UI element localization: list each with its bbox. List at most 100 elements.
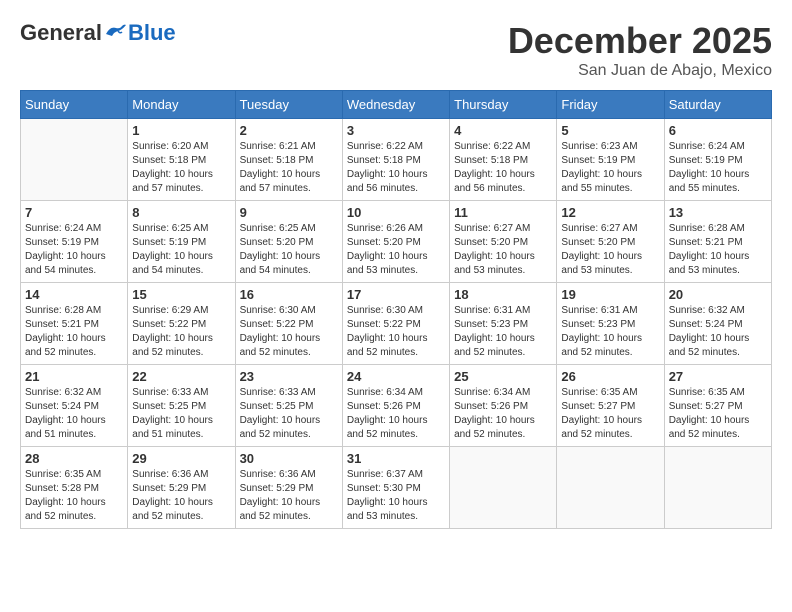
day-info: Sunrise: 6:25 AM Sunset: 5:20 PM Dayligh… bbox=[240, 222, 338, 278]
day-number: 10 bbox=[347, 205, 445, 220]
calendar-cell: 20Sunrise: 6:32 AM Sunset: 5:24 PM Dayli… bbox=[664, 283, 771, 365]
day-number: 16 bbox=[240, 287, 338, 302]
day-info: Sunrise: 6:35 AM Sunset: 5:27 PM Dayligh… bbox=[561, 386, 659, 442]
calendar-cell: 11 Sunrise: 6:27 AM Sunset: 5:20 PM Dayli… bbox=[450, 201, 557, 283]
day-info: Sunrise: 6:26 AM Sunset: 5:20 PM Dayligh… bbox=[347, 222, 445, 278]
calendar-cell bbox=[21, 119, 128, 201]
calendar-cell bbox=[450, 447, 557, 529]
day-info: Sunrise: 6:35 AM Sunset: 5:28 PM Dayligh… bbox=[25, 468, 123, 524]
calendar-cell: 2 Sunrise: 6:21 AM Sunset: 5:18 PM Daylig… bbox=[235, 119, 342, 201]
day-number: 5 bbox=[561, 123, 659, 138]
day-info: Sunrise: 6:23 AM Sunset: 5:19 PM Dayligh… bbox=[561, 140, 659, 196]
day-number: 27 bbox=[669, 369, 767, 384]
calendar-cell: 22Sunrise: 6:33 AM Sunset: 5:25 PM Dayli… bbox=[128, 365, 235, 447]
day-info: Sunrise: 6:30 AM Sunset: 5:22 PM Dayligh… bbox=[240, 304, 338, 360]
day-number: 30 bbox=[240, 451, 338, 466]
day-number: 23 bbox=[240, 369, 338, 384]
logo-blue: Blue bbox=[128, 20, 176, 46]
day-info: Sunrise: 6:34 AM Sunset: 5:26 PM Dayligh… bbox=[347, 386, 445, 442]
calendar-cell: 5 Sunrise: 6:23 AM Sunset: 5:19 PM Daylig… bbox=[557, 119, 664, 201]
day-number: 13 bbox=[669, 205, 767, 220]
day-number: 24 bbox=[347, 369, 445, 384]
day-info: Sunrise: 6:29 AM Sunset: 5:22 PM Dayligh… bbox=[132, 304, 230, 360]
day-number: 3 bbox=[347, 123, 445, 138]
day-info: Sunrise: 6:33 AM Sunset: 5:25 PM Dayligh… bbox=[240, 386, 338, 442]
day-info: Sunrise: 6:36 AM Sunset: 5:29 PM Dayligh… bbox=[240, 468, 338, 524]
day-number: 26 bbox=[561, 369, 659, 384]
day-info: Sunrise: 6:20 AM Sunset: 5:18 PM Dayligh… bbox=[132, 140, 230, 196]
calendar-cell: 16 Sunrise: 6:30 AM Sunset: 5:22 PM Dayli… bbox=[235, 283, 342, 365]
day-number: 25 bbox=[454, 369, 552, 384]
calendar-cell: 26 Sunrise: 6:35 AM Sunset: 5:27 PM Dayli… bbox=[557, 365, 664, 447]
logo-bird-icon bbox=[104, 24, 126, 42]
calendar-cell: 13 Sunrise: 6:28 AM Sunset: 5:21 PM Dayli… bbox=[664, 201, 771, 283]
day-number: 9 bbox=[240, 205, 338, 220]
calendar-cell bbox=[664, 447, 771, 529]
calendar-cell: 15 Sunrise: 6:29 AM Sunset: 5:22 PM Dayli… bbox=[128, 283, 235, 365]
day-info: Sunrise: 6:27 AM Sunset: 5:20 PM Dayligh… bbox=[561, 222, 659, 278]
day-number: 29 bbox=[132, 451, 230, 466]
day-header-wednesday: Wednesday bbox=[342, 91, 449, 119]
page-header: General Blue December 2025 San Juan de A… bbox=[20, 20, 772, 80]
day-number: 2 bbox=[240, 123, 338, 138]
day-number: 21 bbox=[25, 369, 123, 384]
day-info: Sunrise: 6:22 AM Sunset: 5:18 PM Dayligh… bbox=[347, 140, 445, 196]
day-info: Sunrise: 6:36 AM Sunset: 5:29 PM Dayligh… bbox=[132, 468, 230, 524]
calendar-cell: 17 Sunrise: 6:30 AM Sunset: 5:22 PM Dayli… bbox=[342, 283, 449, 365]
calendar-cell: 29 Sunrise: 6:36 AM Sunset: 5:29 PM Dayli… bbox=[128, 447, 235, 529]
calendar-cell: 27 Sunrise: 6:35 AM Sunset: 5:27 PM Dayli… bbox=[664, 365, 771, 447]
day-header-saturday: Saturday bbox=[664, 91, 771, 119]
calendar-cell: 30 Sunrise: 6:36 AM Sunset: 5:29 PM Dayli… bbox=[235, 447, 342, 529]
calendar-cell: 31 Sunrise: 6:37 AM Sunset: 5:30 PM Dayli… bbox=[342, 447, 449, 529]
calendar-cell: 9 Sunrise: 6:25 AM Sunset: 5:20 PM Daylig… bbox=[235, 201, 342, 283]
day-info: Sunrise: 6:30 AM Sunset: 5:22 PM Dayligh… bbox=[347, 304, 445, 360]
day-info: Sunrise: 6:35 AM Sunset: 5:27 PM Dayligh… bbox=[669, 386, 767, 442]
day-number: 6 bbox=[669, 123, 767, 138]
day-number: 12 bbox=[561, 205, 659, 220]
day-number: 4 bbox=[454, 123, 552, 138]
calendar-cell: 10 Sunrise: 6:26 AM Sunset: 5:20 PM Dayli… bbox=[342, 201, 449, 283]
day-info: Sunrise: 6:22 AM Sunset: 5:18 PM Dayligh… bbox=[454, 140, 552, 196]
day-info: Sunrise: 6:32 AM Sunset: 5:24 PM Dayligh… bbox=[25, 386, 123, 442]
calendar-cell: 6Sunrise: 6:24 AM Sunset: 5:19 PM Daylig… bbox=[664, 119, 771, 201]
day-number: 8 bbox=[132, 205, 230, 220]
calendar-cell: 21 Sunrise: 6:32 AM Sunset: 5:24 PM Dayli… bbox=[21, 365, 128, 447]
logo: General Blue bbox=[20, 20, 176, 46]
day-info: Sunrise: 6:34 AM Sunset: 5:26 PM Dayligh… bbox=[454, 386, 552, 442]
location: San Juan de Abajo, Mexico bbox=[508, 62, 772, 80]
logo-general: General bbox=[20, 20, 102, 46]
calendar-header: SundayMondayTuesdayWednesdayThursdayFrid… bbox=[21, 91, 772, 119]
day-number: 28 bbox=[25, 451, 123, 466]
day-info: Sunrise: 6:31 AM Sunset: 5:23 PM Dayligh… bbox=[454, 304, 552, 360]
calendar-table: SundayMondayTuesdayWednesdayThursdayFrid… bbox=[20, 90, 772, 529]
day-info: Sunrise: 6:28 AM Sunset: 5:21 PM Dayligh… bbox=[669, 222, 767, 278]
day-info: Sunrise: 6:37 AM Sunset: 5:30 PM Dayligh… bbox=[347, 468, 445, 524]
calendar-cell: 1Sunrise: 6:20 AM Sunset: 5:18 PM Daylig… bbox=[128, 119, 235, 201]
day-info: Sunrise: 6:25 AM Sunset: 5:19 PM Dayligh… bbox=[132, 222, 230, 278]
day-info: Sunrise: 6:21 AM Sunset: 5:18 PM Dayligh… bbox=[240, 140, 338, 196]
month-title: December 2025 bbox=[508, 20, 772, 62]
calendar-cell: 18 Sunrise: 6:31 AM Sunset: 5:23 PM Dayli… bbox=[450, 283, 557, 365]
day-info: Sunrise: 6:31 AM Sunset: 5:23 PM Dayligh… bbox=[561, 304, 659, 360]
day-number: 11 bbox=[454, 205, 552, 220]
calendar-cell bbox=[557, 447, 664, 529]
day-info: Sunrise: 6:27 AM Sunset: 5:20 PM Dayligh… bbox=[454, 222, 552, 278]
day-number: 20 bbox=[669, 287, 767, 302]
day-header-friday: Friday bbox=[557, 91, 664, 119]
day-info: Sunrise: 6:28 AM Sunset: 5:21 PM Dayligh… bbox=[25, 304, 123, 360]
title-block: December 2025 San Juan de Abajo, Mexico bbox=[508, 20, 772, 80]
calendar-cell: 7 Sunrise: 6:24 AM Sunset: 5:19 PM Daylig… bbox=[21, 201, 128, 283]
day-info: Sunrise: 6:24 AM Sunset: 5:19 PM Dayligh… bbox=[25, 222, 123, 278]
day-number: 19 bbox=[561, 287, 659, 302]
day-header-sunday: Sunday bbox=[21, 91, 128, 119]
calendar-cell: 4 Sunrise: 6:22 AM Sunset: 5:18 PM Daylig… bbox=[450, 119, 557, 201]
calendar-cell: 19 Sunrise: 6:31 AM Sunset: 5:23 PM Dayli… bbox=[557, 283, 664, 365]
day-header-monday: Monday bbox=[128, 91, 235, 119]
day-number: 15 bbox=[132, 287, 230, 302]
day-number: 18 bbox=[454, 287, 552, 302]
day-number: 17 bbox=[347, 287, 445, 302]
calendar-cell: 28 Sunrise: 6:35 AM Sunset: 5:28 PM Dayli… bbox=[21, 447, 128, 529]
day-info: Sunrise: 6:33 AM Sunset: 5:25 PM Dayligh… bbox=[132, 386, 230, 442]
day-number: 7 bbox=[25, 205, 123, 220]
day-number: 31 bbox=[347, 451, 445, 466]
